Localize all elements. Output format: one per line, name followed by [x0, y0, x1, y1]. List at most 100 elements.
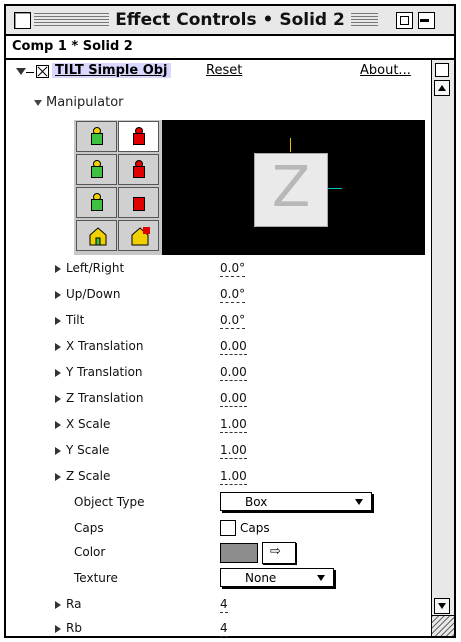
- property-value[interactable]: 0.0°: [220, 261, 246, 277]
- object-preview[interactable]: Z: [254, 153, 328, 227]
- manipulator-widget[interactable]: Z: [74, 120, 425, 255]
- translate-xy-red-tool[interactable]: [118, 154, 159, 185]
- translate-z-icon: [89, 193, 103, 211]
- select-value: None: [245, 571, 277, 585]
- property-value[interactable]: 0.00: [220, 391, 247, 407]
- title-bar[interactable]: Effect Controls • Solid 2: [6, 6, 454, 36]
- property-label: Y Translation: [66, 365, 143, 379]
- expand-twisty-icon[interactable]: [55, 265, 61, 273]
- effect-header-row: TILT Simple Obj Reset About...: [6, 60, 432, 84]
- scroll-down-arrow-icon[interactable]: [434, 598, 450, 614]
- about-button[interactable]: About...: [360, 63, 411, 78]
- expand-twisty-icon[interactable]: [55, 447, 61, 455]
- property-value[interactable]: 0.0°: [220, 313, 246, 329]
- expand-twisty-icon[interactable]: [55, 369, 61, 377]
- effect-enable-checkbox[interactable]: [36, 65, 49, 78]
- property-label: Y Scale: [66, 443, 110, 457]
- property-label: Z Scale: [66, 469, 111, 483]
- scrollbar-top-square: [435, 63, 449, 77]
- property-value[interactable]: 1.00: [220, 443, 247, 459]
- manipulator-label: Manipulator: [46, 95, 124, 110]
- x-axis-handle[interactable]: [328, 188, 342, 189]
- property-value[interactable]: 0.0°: [220, 287, 246, 303]
- rotate-xy-red-icon: [131, 127, 145, 145]
- property-row-object-type: Object Type Box: [6, 492, 432, 516]
- property-label: Color: [74, 545, 106, 559]
- property-label: Texture: [74, 571, 118, 585]
- property-row-ra: Ra 4: [6, 594, 432, 618]
- caps-checkbox-label[interactable]: Caps: [240, 521, 270, 535]
- eyedropper-button[interactable]: ⇨: [262, 542, 296, 564]
- expand-twisty-icon[interactable]: [55, 317, 61, 325]
- home-red-tool[interactable]: [118, 220, 159, 251]
- property-label: Caps: [74, 521, 104, 535]
- window-title: Effect Controls • Solid 2: [6, 10, 454, 30]
- scale-red-icon: [131, 193, 145, 211]
- select-value: Box: [245, 495, 268, 509]
- property-value[interactable]: 4: [220, 597, 228, 613]
- property-row-y-translation: Y Translation 0.00: [6, 362, 432, 386]
- property-value[interactable]: 4: [220, 621, 228, 637]
- property-value[interactable]: 1.00: [220, 417, 247, 433]
- property-row-z-scale: Z Scale 1.00: [6, 466, 432, 490]
- expand-twisty-icon[interactable]: [55, 395, 61, 403]
- rotate-xy-red-tool[interactable]: [118, 121, 159, 152]
- y-axis-handle[interactable]: [290, 138, 291, 152]
- vertical-scrollbar[interactable]: [431, 60, 454, 636]
- property-row-rb: Rb 4: [6, 618, 432, 642]
- translate-xy-icon: [89, 160, 103, 178]
- property-row-caps: Caps Caps: [6, 518, 432, 542]
- breadcrumb-text: Comp 1 * Solid 2: [12, 39, 133, 54]
- property-value[interactable]: 0.00: [220, 365, 247, 381]
- property-label: X Scale: [66, 417, 111, 431]
- property-label: Tilt: [66, 313, 85, 327]
- expand-twisty-icon[interactable]: [55, 421, 61, 429]
- expand-twisty-icon[interactable]: [55, 343, 61, 351]
- effect-panel: TILT Simple Obj Reset About... Manipulat…: [6, 60, 432, 637]
- object-type-select[interactable]: Box: [220, 492, 372, 511]
- scale-red-tool[interactable]: [118, 187, 159, 218]
- property-row-x-scale: X Scale 1.00: [6, 414, 432, 438]
- property-row-x-translation: X Translation 0.00: [6, 336, 432, 360]
- property-row-y-scale: Y Scale 1.00: [6, 440, 432, 464]
- property-label: X Translation: [66, 339, 144, 353]
- property-row-z-translation: Z Translation 0.00: [6, 388, 432, 412]
- property-row-up-down: Up/Down 0.0°: [6, 284, 432, 308]
- effect-expand-twisty-icon[interactable]: [16, 68, 26, 75]
- rotate-xy-tool[interactable]: [76, 121, 117, 152]
- property-value[interactable]: 0.00: [220, 339, 247, 355]
- twisty-connector: [26, 72, 34, 73]
- home-red-icon: [131, 226, 150, 246]
- breadcrumb: Comp 1 * Solid 2: [6, 36, 454, 60]
- scroll-up-arrow-icon[interactable]: [434, 80, 450, 96]
- property-row-texture: Texture None: [6, 568, 432, 592]
- expand-twisty-icon[interactable]: [55, 291, 61, 299]
- effect-name[interactable]: TILT Simple Obj: [52, 63, 171, 78]
- property-label: Z Translation: [66, 391, 144, 405]
- rotate-xy-icon: [89, 127, 103, 145]
- manipulator-twisty-icon[interactable]: [34, 100, 42, 106]
- property-value[interactable]: 1.00: [220, 469, 247, 485]
- property-row-tilt: Tilt 0.0°: [6, 310, 432, 334]
- caps-checkbox[interactable]: [220, 520, 236, 536]
- expand-twisty-icon[interactable]: [55, 473, 61, 481]
- zoom-box-button[interactable]: [396, 12, 413, 29]
- collapse-box-button[interactable]: [418, 12, 435, 29]
- home-icon: [89, 226, 107, 246]
- texture-select[interactable]: None: [220, 568, 334, 587]
- color-swatch[interactable]: [220, 543, 258, 563]
- eyedropper-icon: ⇨: [270, 544, 281, 559]
- chevron-down-icon: [317, 575, 325, 581]
- property-row-color: Color ⇨: [6, 542, 432, 566]
- expand-twisty-icon[interactable]: [55, 601, 61, 609]
- home-tool[interactable]: [76, 220, 117, 251]
- reset-button[interactable]: Reset: [206, 63, 242, 78]
- preview-glyph: Z: [271, 155, 311, 220]
- chevron-down-icon: [355, 499, 363, 505]
- translate-xy-tool[interactable]: [76, 154, 117, 185]
- property-label: Left/Right: [66, 261, 125, 275]
- manipulator-tool-grid: [74, 120, 162, 255]
- resize-grow-box[interactable]: [432, 615, 454, 636]
- expand-twisty-icon[interactable]: [55, 625, 61, 633]
- translate-z-tool[interactable]: [76, 187, 117, 218]
